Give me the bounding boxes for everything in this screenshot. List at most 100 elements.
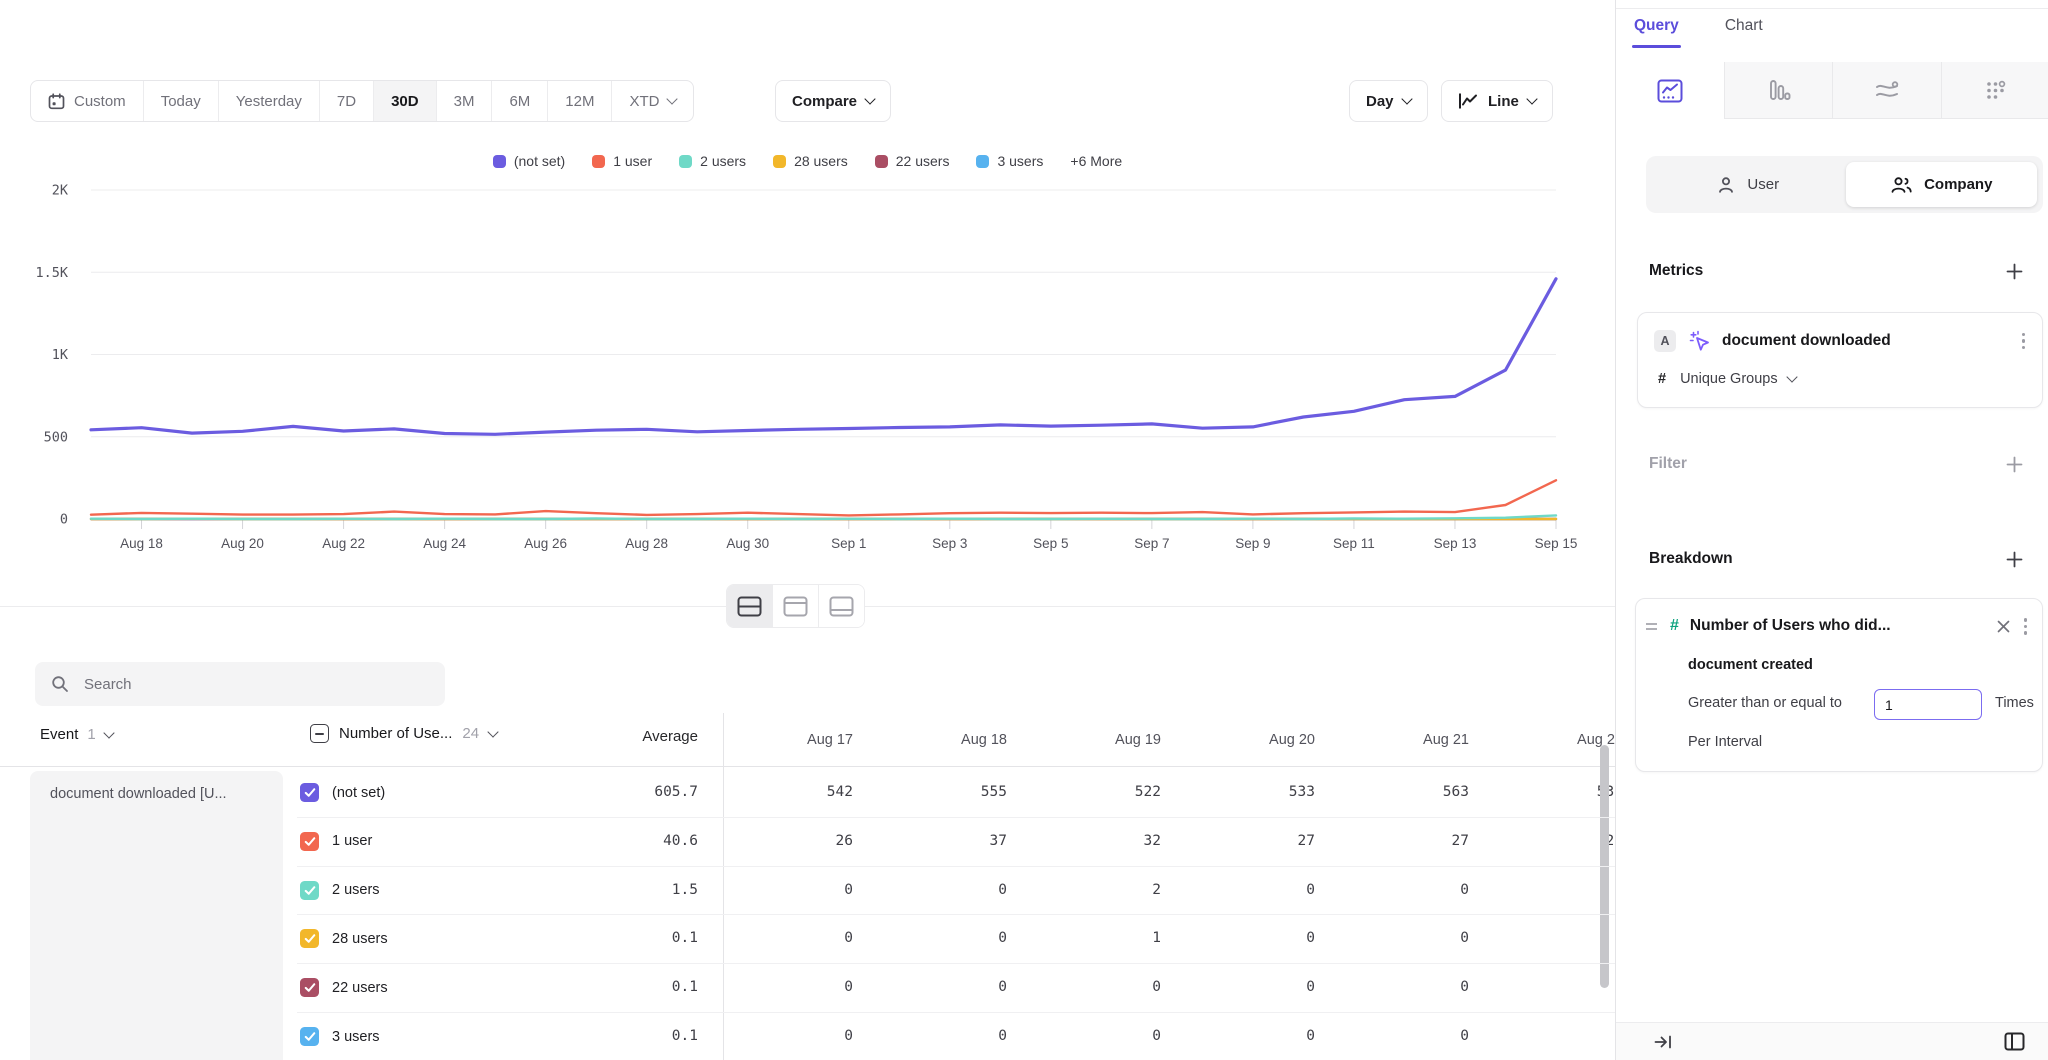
breakdown-menu-icon[interactable]	[2021, 615, 2031, 638]
event-header-label: Event	[40, 726, 78, 743]
add-metric-button[interactable]	[2006, 263, 2023, 280]
sidebar-bottom-bar	[1616, 1022, 2048, 1060]
breakdown-title: Breakdown	[1649, 550, 1733, 568]
event-header-count: 1	[87, 726, 95, 743]
breakdown-card: # Number of Users who did... document cr…	[1635, 598, 2043, 772]
table-column-divider	[723, 713, 724, 1060]
chart-type-line-chart-button[interactable]	[1616, 62, 1724, 119]
table-row-series[interactable]: 28 users	[300, 914, 388, 963]
series-checkbox[interactable]	[300, 881, 319, 900]
tab-chart[interactable]: Chart	[1725, 17, 1763, 35]
remove-breakdown-icon[interactable]	[1993, 616, 2014, 637]
table-only-view-icon	[829, 596, 854, 617]
svg-text:Aug 30: Aug 30	[726, 536, 769, 551]
line-chart-icon	[1656, 77, 1684, 105]
add-filter-button[interactable]	[2006, 456, 2023, 473]
measure-label: Unique Groups	[1680, 371, 1778, 387]
svg-text:2K: 2K	[52, 183, 69, 199]
series-column-header[interactable]: Number of Use... 24	[310, 724, 497, 743]
split-panel-icon[interactable]	[2004, 1032, 2025, 1051]
table-row-series[interactable]: 3 users	[300, 1012, 380, 1060]
query-sidebar: QueryChart UserCompany Metrics A	[1615, 0, 2048, 1060]
filter-section-header: Filter	[1649, 455, 2023, 473]
breakdown-condition-label[interactable]: Greater than or equal to	[1688, 695, 1842, 711]
svg-text:Aug 28: Aug 28	[625, 536, 668, 551]
average-value: 1.5	[560, 866, 698, 915]
split-view-icon	[737, 596, 762, 617]
search-input[interactable]	[82, 675, 429, 694]
table-only-view-button[interactable]	[819, 585, 864, 627]
table-row-series[interactable]: 22 users	[300, 963, 388, 1012]
series-checkbox[interactable]	[300, 1027, 319, 1046]
table-cell-value: 0	[877, 963, 1031, 1012]
breakdown-event-name[interactable]: document created	[1688, 657, 1813, 673]
table-cell-value: 0	[877, 866, 1031, 915]
table-row-series[interactable]: 1 user	[300, 817, 372, 866]
line-chart: 2K1.5K1K5000Aug 18Aug 20Aug 22Aug 24Aug …	[0, 0, 1615, 570]
measure-type-icon: #	[1658, 371, 1666, 387]
chevron-down-icon	[487, 726, 498, 737]
search-icon	[51, 675, 69, 693]
chart-type-grid-dots-button[interactable]	[1941, 62, 2048, 119]
table-cell-value: 2	[1031, 866, 1185, 915]
breakdown-section-header: Breakdown	[1649, 550, 2023, 568]
table-cell-value: 0	[1339, 866, 1493, 915]
table-cell-value: 28	[1493, 817, 1615, 866]
autotrack-sparkle-icon	[1687, 329, 1711, 353]
svg-text:Aug 20: Aug 20	[221, 536, 264, 551]
measure-dropdown[interactable]: Unique Groups	[1680, 371, 1796, 387]
add-breakdown-button[interactable]	[2006, 551, 2023, 568]
collapse-panel-icon[interactable]	[1654, 1033, 1673, 1051]
breakdown-per-interval-label[interactable]: Per Interval	[1688, 734, 1762, 750]
main-area: CustomTodayYesterday7D30D3M6M12MXTD Comp…	[0, 0, 1615, 1060]
table-row-series[interactable]: 2 users	[300, 866, 380, 915]
average-value: 40.6	[560, 817, 698, 866]
chart-only-view-button[interactable]	[773, 585, 819, 627]
metric-menu-icon[interactable]	[2019, 330, 2029, 353]
user-icon	[1716, 175, 1736, 195]
drag-handle-icon[interactable]	[1644, 621, 1659, 632]
series-checkbox[interactable]	[300, 783, 319, 802]
date-column-header: Aug 20	[1185, 713, 1339, 767]
table-cell-value: 0	[1493, 914, 1615, 963]
date-column-header: Aug 17	[723, 713, 877, 767]
chart-type-bar-chart-button[interactable]	[1724, 62, 1833, 119]
flow-chart-icon	[1873, 76, 1901, 104]
breakdown-value-input[interactable]	[1874, 689, 1982, 720]
average-value: 0.1	[560, 914, 698, 963]
breakdown-property-name[interactable]: Number of Users who did...	[1690, 617, 1986, 635]
split-view-button[interactable]	[727, 585, 773, 627]
table-cell-value: 1	[1031, 914, 1185, 963]
select-all-checkbox[interactable]	[310, 724, 329, 743]
table-cell-value: 522	[1031, 768, 1185, 817]
metric-card[interactable]: A document downloaded # Unique Gr	[1637, 312, 2043, 408]
table-cell-value: 533	[1185, 768, 1339, 817]
event-list-item[interactable]: document downloaded [U...	[30, 771, 283, 1060]
table-cell-value: 0	[1031, 963, 1185, 1012]
chart-type-flow-chart-button[interactable]	[1832, 62, 1941, 119]
date-column-header: Aug 22	[1493, 713, 1615, 767]
svg-text:Sep 9: Sep 9	[1235, 536, 1270, 551]
table-row-series[interactable]: (not set)	[300, 768, 385, 817]
event-column-header[interactable]: Event 1	[40, 726, 113, 743]
average-column-header: Average	[560, 728, 698, 745]
table-cell-value: 0	[723, 963, 877, 1012]
series-checkbox[interactable]	[300, 978, 319, 997]
tab-query[interactable]: Query	[1634, 17, 1679, 35]
grid-dots-icon	[1981, 76, 2009, 104]
table-cell-value: 0	[1339, 1012, 1493, 1060]
series-header-count: 24	[462, 725, 479, 742]
series-checkbox[interactable]	[300, 929, 319, 948]
scope-option-user[interactable]: User	[1652, 162, 1844, 207]
table-cell-value: 0	[1493, 1012, 1615, 1060]
svg-text:Sep 15: Sep 15	[1535, 536, 1578, 551]
metric-event-name[interactable]: document downloaded	[1722, 332, 2008, 350]
series-checkbox[interactable]	[300, 832, 319, 851]
table-cell-value: 0	[1185, 914, 1339, 963]
scope-option-company[interactable]: Company	[1846, 162, 2038, 207]
chart-only-view-icon	[783, 596, 808, 617]
chart-type-selector	[1616, 62, 2048, 119]
table-cell-value: 0	[1185, 963, 1339, 1012]
filter-title: Filter	[1649, 455, 1687, 473]
table-cell-value: 536	[1493, 768, 1615, 817]
